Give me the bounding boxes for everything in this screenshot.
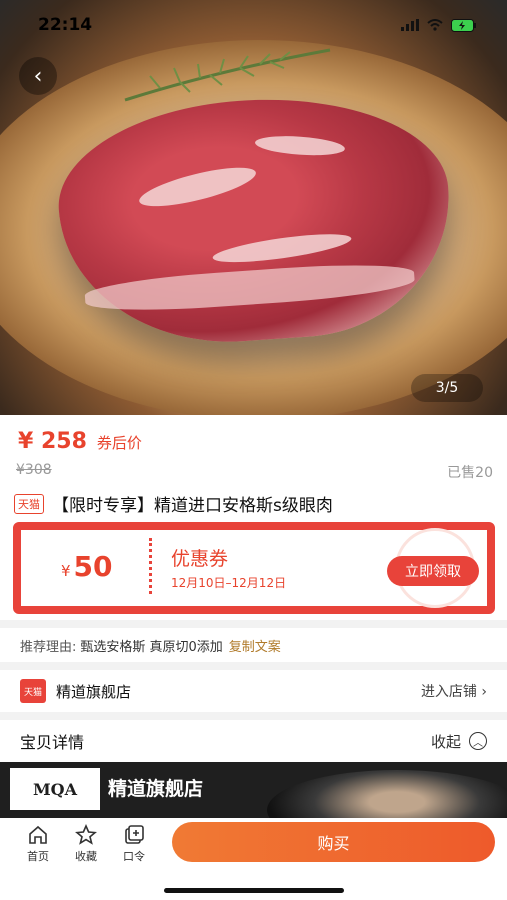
bottom-action-bar: 首页 收藏 口令 购买 <box>0 818 507 900</box>
enter-store-link[interactable]: 进入店铺 › <box>421 681 487 701</box>
price-card: ¥ 258 券后价 ¥308 已售20 天猫 【限时专享】精道进口安格斯s级眼肉… <box>0 415 507 620</box>
tab-home-label: 首页 <box>27 850 49 863</box>
original-price: ¥308 <box>16 462 52 478</box>
signal-icon <box>401 19 419 31</box>
price-label: 券后价 <box>96 434 142 452</box>
store-logo: 天猫 <box>20 679 46 703</box>
battery-charging-icon <box>451 18 476 32</box>
product-title: 【限时专享】精道进口安格斯s级眼肉 <box>52 496 333 516</box>
product-title-row: 天猫 【限时专享】精道进口安格斯s级眼肉 <box>14 491 333 516</box>
coupon-divider <box>149 538 152 594</box>
recommend-reason: 推荐理由: 甄选安格斯 真原切0添加 复制文案 <box>0 628 507 662</box>
home-indicator <box>164 888 344 893</box>
pan-image <box>267 770 507 822</box>
status-bar: 22:14 <box>0 0 507 50</box>
tmall-badge: 天猫 <box>14 493 44 514</box>
product-image-carousel[interactable]: 22:14 ‹ 3/5 <box>0 0 507 415</box>
tab-home[interactable]: 首页 <box>18 824 58 864</box>
back-button[interactable]: ‹ <box>19 57 57 95</box>
detail-banner: MQA 精道旗舰店 <box>0 762 507 822</box>
rosemary-garnish <box>124 48 331 102</box>
coupon-amount: ¥ 50 <box>61 550 113 583</box>
recommend-text: 甄选安格斯 真原切0添加 <box>80 639 223 655</box>
claim-coupon-button[interactable]: 立即领取 <box>387 556 479 586</box>
tab-password[interactable]: 口令 <box>114 824 154 864</box>
current-price: ¥ 258 <box>18 429 87 454</box>
store-row[interactable]: 天猫 精道旗舰店 进入店铺 › <box>0 670 507 712</box>
wifi-icon <box>427 19 443 31</box>
tab-favorite-label: 收藏 <box>75 850 97 863</box>
chevron-left-icon: ‹ <box>33 63 43 89</box>
buy-button[interactable]: 购买 <box>172 822 495 862</box>
recommend-label: 推荐理由: <box>20 639 77 655</box>
collapse-button[interactable]: 收起 ︿ <box>431 731 487 752</box>
coupon-value: 50 <box>73 550 113 583</box>
collapse-label: 收起 <box>430 732 461 751</box>
coupon-currency: ¥ <box>61 562 71 580</box>
password-icon <box>125 825 144 844</box>
price-row: ¥ 258 券后价 <box>18 429 142 454</box>
status-time: 22:14 <box>38 15 93 35</box>
coupon-date-range: 12月10日–12月12日 <box>171 576 287 590</box>
details-title: 宝贝详情 <box>20 733 85 752</box>
image-counter: 3/5 <box>411 374 483 402</box>
sold-count: 已售20 <box>447 465 493 481</box>
coupon-card[interactable]: ¥ 50 优惠券 12月10日–12月12日 立即领取 <box>13 522 495 614</box>
banner-store-name: 精道旗舰店 <box>108 778 204 800</box>
coupon-title: 优惠券 <box>171 548 229 570</box>
tab-password-label: 口令 <box>123 850 145 863</box>
store-name: 精道旗舰店 <box>56 682 132 701</box>
brand-logo: MQA <box>10 768 100 810</box>
copy-text-link[interactable]: 复制文案 <box>229 636 281 655</box>
star-icon <box>75 824 97 845</box>
details-header: 宝贝详情 收起 ︿ <box>0 720 507 762</box>
chevron-up-icon: ︿ <box>469 732 487 750</box>
tab-favorite[interactable]: 收藏 <box>66 824 106 864</box>
home-icon <box>29 825 47 844</box>
